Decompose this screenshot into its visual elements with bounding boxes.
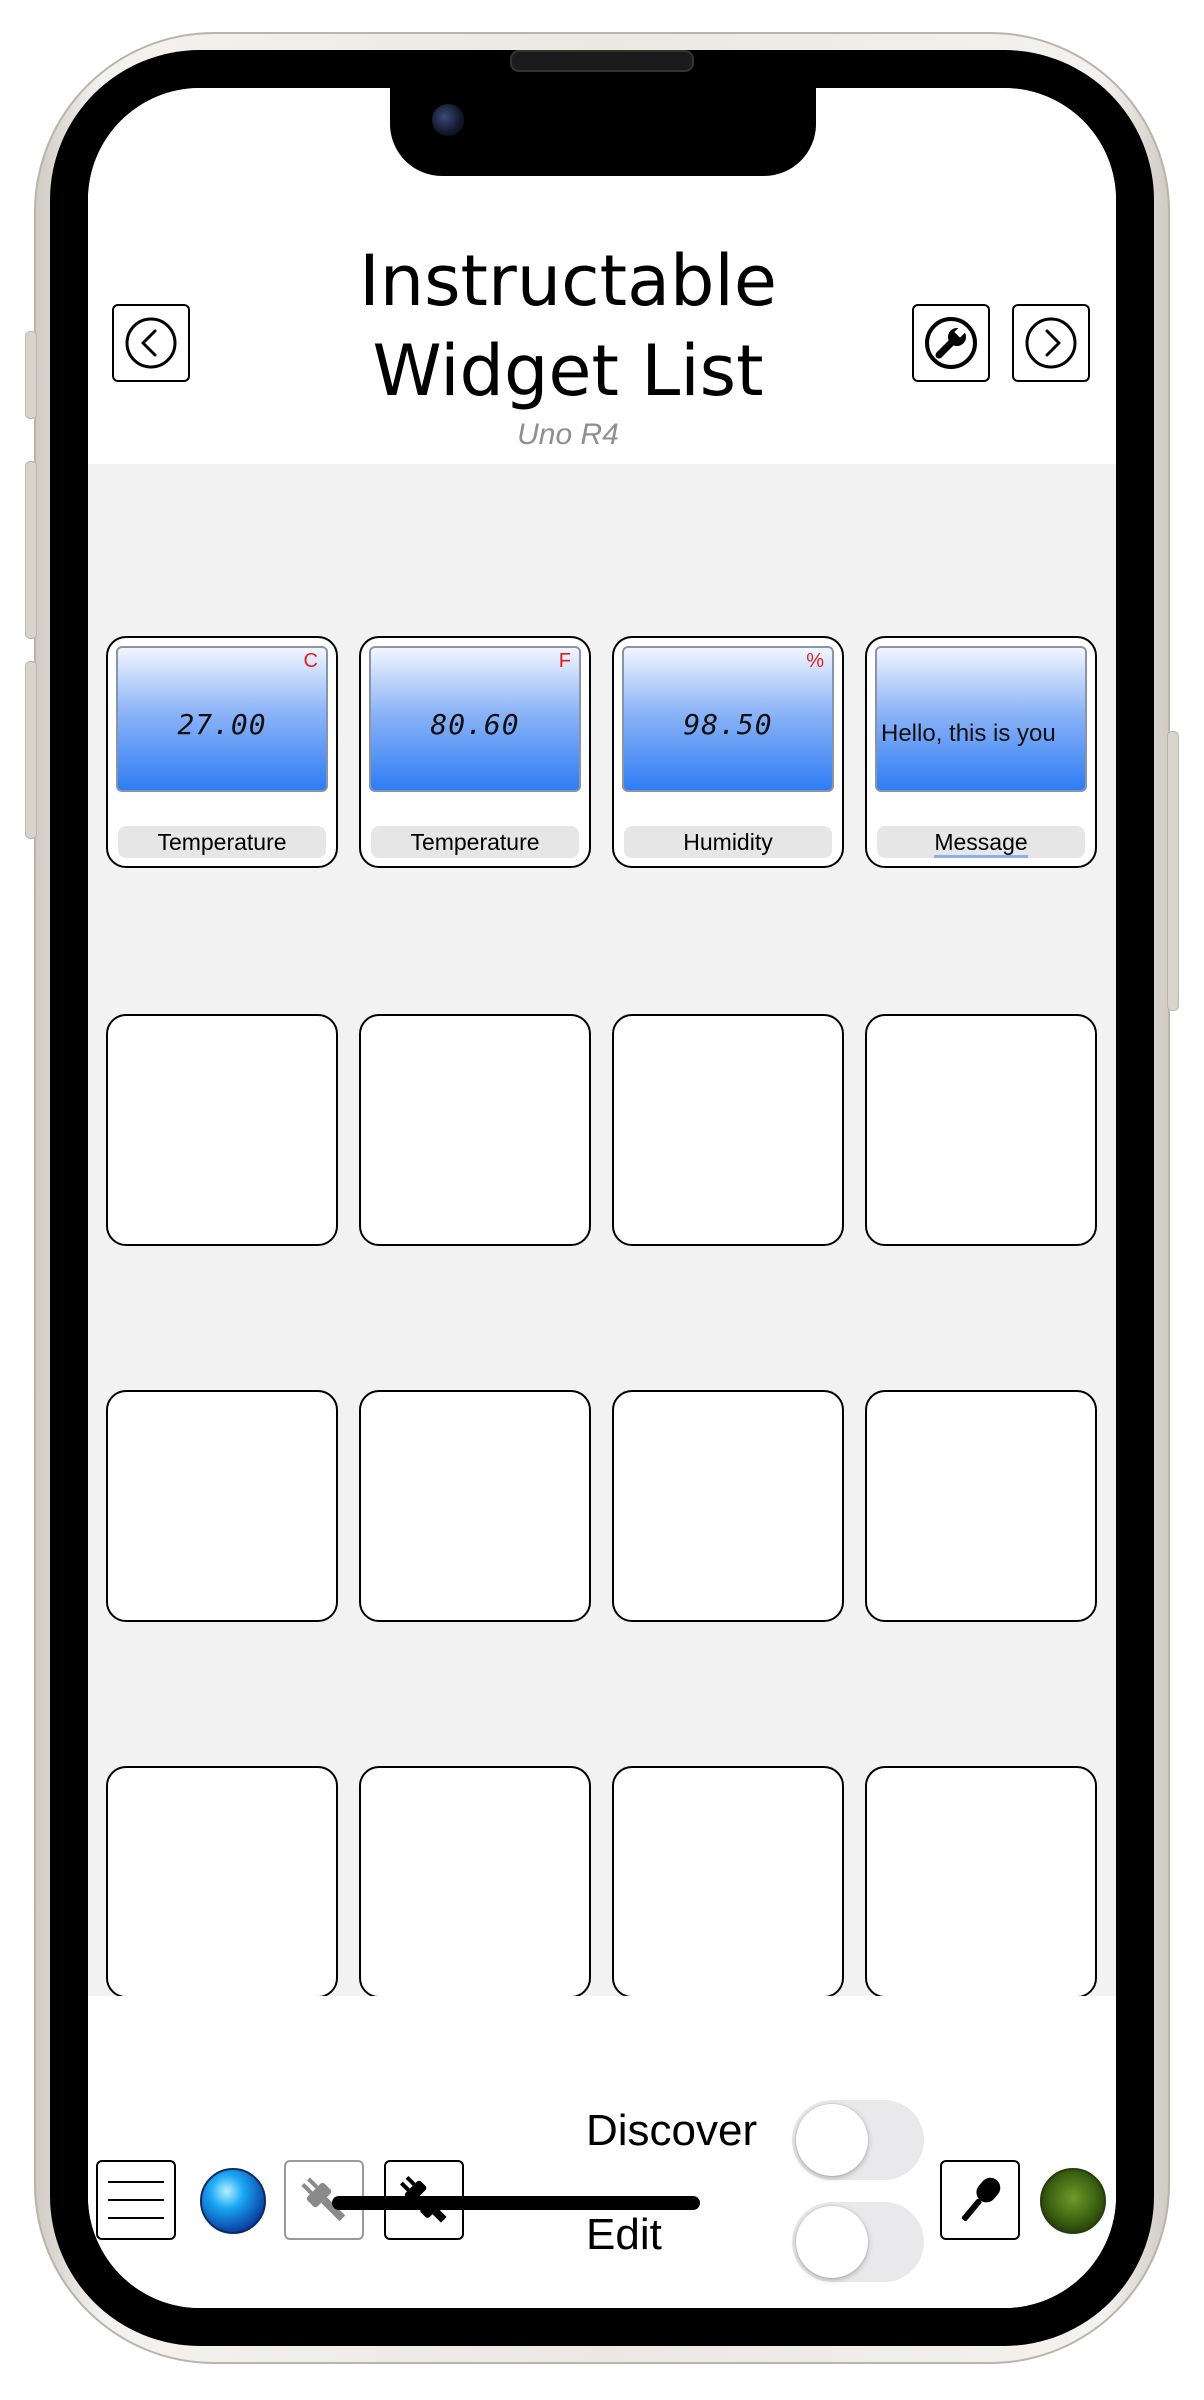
chevron-right-icon (1025, 317, 1077, 369)
empty-widget-slot[interactable] (106, 1014, 338, 1246)
discover-toggle[interactable] (792, 2100, 924, 2180)
power-button (1168, 732, 1178, 1010)
widget-value: 80.60 (430, 708, 520, 741)
wrench-icon (925, 317, 977, 369)
edit-toggle[interactable] (792, 2202, 924, 2282)
earpiece-speaker (510, 50, 694, 72)
green-led-icon (1040, 2168, 1106, 2234)
empty-widget-slot[interactable] (612, 1390, 844, 1622)
page-title: Instructable Widget List (288, 236, 848, 416)
empty-widget-slot[interactable] (865, 1014, 1097, 1246)
widget-display: C 27.00 (116, 646, 328, 792)
widget-label: Humidity (624, 826, 832, 858)
widget-display: F 80.60 (369, 646, 581, 792)
empty-widget-slot[interactable] (106, 1390, 338, 1622)
toggle-knob (796, 2104, 868, 2176)
home-indicator[interactable] (332, 2196, 700, 2210)
title-line-2: Widget List (372, 330, 764, 412)
widget-temperature-f[interactable]: F 80.60 Temperature (359, 636, 591, 868)
back-button[interactable] (112, 304, 190, 382)
settings-button[interactable] (912, 304, 990, 382)
unit-label: C (303, 650, 318, 672)
widget-temperature-c[interactable]: C 27.00 Temperature (106, 636, 338, 868)
widget-display: Hello, this is you (875, 646, 1087, 792)
empty-widget-slot[interactable] (865, 1766, 1097, 1998)
menu-button[interactable] (96, 2160, 176, 2240)
widget-label: Temperature (371, 826, 579, 858)
widget-message-text: Hello, this is you (881, 720, 1056, 747)
microphone-icon (961, 2177, 1001, 2222)
hamburger-icon (108, 2181, 164, 2219)
widget-message[interactable]: Hello, this is you Message (865, 636, 1097, 868)
discover-label: Discover (586, 2106, 758, 2155)
widget-value: 27.00 (177, 708, 267, 741)
empty-widget-slot[interactable] (359, 1390, 591, 1622)
widget-display: % 98.50 (622, 646, 834, 792)
title-line-1: Instructable (359, 240, 777, 322)
empty-widget-slot[interactable] (865, 1390, 1097, 1622)
empty-widget-slot[interactable] (359, 1766, 591, 1998)
widget-humidity[interactable]: % 98.50 Humidity (612, 636, 844, 868)
empty-widget-slot[interactable] (359, 1014, 591, 1246)
volume-down-button (26, 662, 36, 838)
empty-widget-slot[interactable] (612, 1766, 844, 1998)
bottom-toolbar: Discover Edit (88, 1996, 1116, 2308)
empty-widget-slot[interactable] (612, 1014, 844, 1246)
silent-switch (26, 332, 36, 418)
voice-button[interactable] (940, 2160, 1020, 2240)
empty-widget-slot[interactable] (106, 1766, 338, 1998)
device-subtitle: Uno R4 (517, 418, 619, 451)
widget-label: Message (877, 826, 1085, 858)
forward-button[interactable] (1012, 304, 1090, 382)
widget-label: Temperature (118, 826, 326, 858)
unit-label: F (558, 650, 571, 672)
widget-value: 98.50 (683, 708, 773, 741)
blue-led-icon (200, 2168, 266, 2234)
toggle-knob (796, 2206, 868, 2278)
unit-label: % (806, 650, 824, 672)
front-camera (432, 104, 464, 136)
app-screen: Instructable Widget List Uno R4 C 27.00 (88, 88, 1116, 2308)
edit-label: Edit (586, 2210, 662, 2259)
chevron-left-icon (125, 317, 177, 369)
volume-up-button (26, 462, 36, 638)
widget-grid: C 27.00 Temperature F 80.60 Temperature … (88, 464, 1116, 1998)
